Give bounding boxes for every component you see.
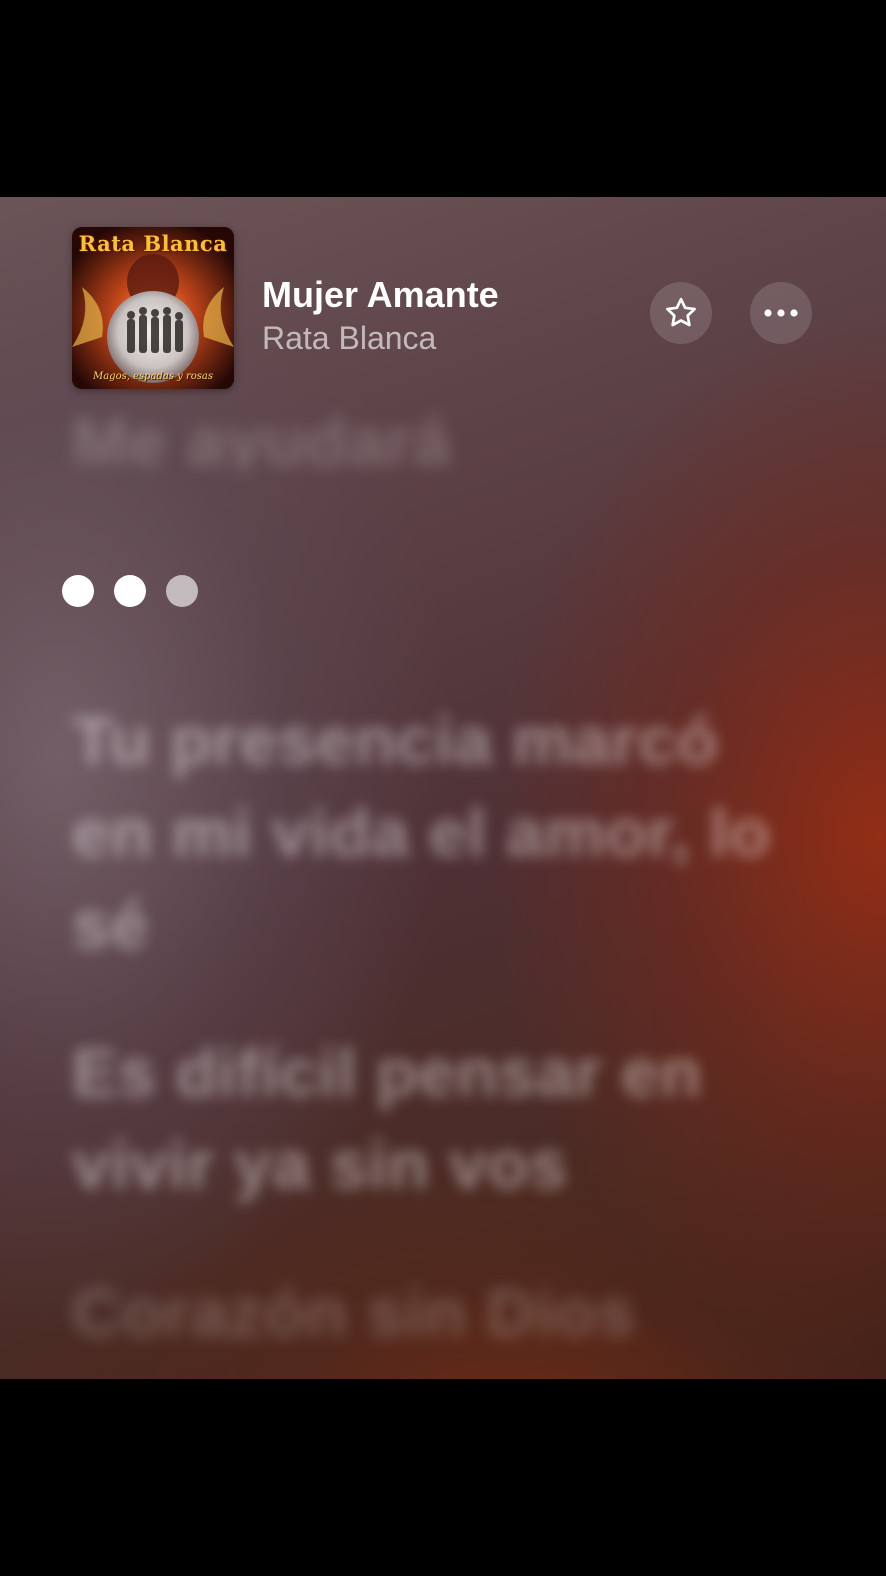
lyric-line[interactable]: Es difícil pensar en vivir ya sin vos xyxy=(72,1027,812,1211)
lyric-line[interactable]: Tu presencia marcó en mi vida el amor, l… xyxy=(72,695,812,971)
lyric-line-previous[interactable]: Me ayudará xyxy=(72,407,812,471)
lyric-line[interactable]: Corazón sin Dios xyxy=(72,1267,812,1359)
ellipsis-icon xyxy=(764,309,798,317)
favorite-button[interactable] xyxy=(650,282,712,344)
screen: Rata Blanca Magos, espadas y rosas Mujer… xyxy=(0,0,886,1576)
instrumental-progress-indicator xyxy=(62,575,198,607)
track-info[interactable]: Mujer Amante Rata Blanca xyxy=(262,273,499,359)
progress-dot-1 xyxy=(62,575,94,607)
lyrics-player: Rata Blanca Magos, espadas y rosas Mujer… xyxy=(0,197,886,1379)
album-cover-subtitle: Magos, espadas y rosas xyxy=(92,371,214,382)
progress-dot-2 xyxy=(114,575,146,607)
track-artist: Rata Blanca xyxy=(262,320,437,356)
track-title: Mujer Amante xyxy=(262,274,499,315)
progress-dot-3 xyxy=(166,575,198,607)
now-playing-header: Rata Blanca Magos, espadas y rosas Mujer… xyxy=(0,197,886,397)
more-options-button[interactable] xyxy=(750,282,812,344)
star-outline-icon xyxy=(666,297,696,327)
album-band-logo: Rata Blanca xyxy=(78,231,228,256)
album-art[interactable]: Rata Blanca Magos, espadas y rosas xyxy=(72,227,234,389)
